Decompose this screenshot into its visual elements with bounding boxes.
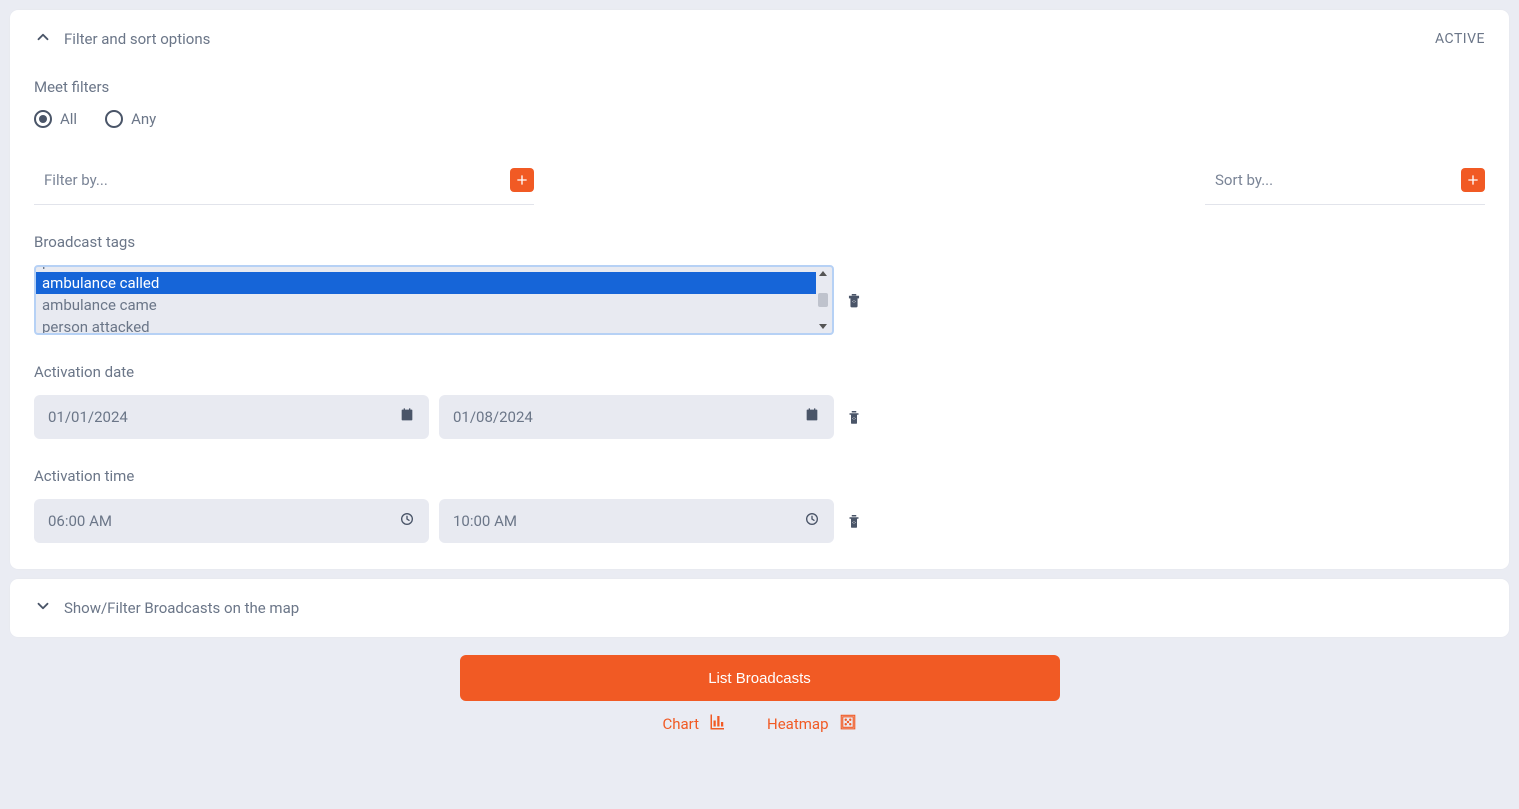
activation-date-from-value: 01/01/2024 (48, 408, 128, 426)
calendar-icon (399, 407, 415, 427)
radio-all[interactable]: All (34, 110, 77, 128)
activation-date-label: Activation date (34, 363, 1485, 381)
broadcast-tags-label: Broadcast tags (34, 233, 864, 251)
map-panel-header[interactable]: Show/Filter Broadcasts on the map (34, 597, 1485, 619)
activation-date-from[interactable]: 01/01/2024 (34, 395, 429, 439)
radio-all-label: All (60, 110, 77, 128)
chart-icon (709, 713, 727, 735)
add-sort-button[interactable] (1461, 168, 1485, 192)
status-badge: ACTIVE (1435, 31, 1485, 47)
activation-time-from[interactable]: 06:00 AM (34, 499, 429, 543)
map-panel-title: Show/Filter Broadcasts on the map (64, 599, 299, 617)
activation-date-to[interactable]: 01/08/2024 (439, 395, 834, 439)
broadcast-tags-section: Broadcast tags person unconscious ambula… (34, 233, 864, 335)
activation-time-to[interactable]: 10:00 AM (439, 499, 834, 543)
radio-any[interactable]: Any (105, 110, 156, 128)
clear-tags-button[interactable] (844, 289, 864, 311)
tags-scrollbar[interactable] (816, 269, 830, 331)
clear-time-button[interactable] (844, 510, 864, 532)
chart-link-label: Chart (662, 715, 699, 733)
list-broadcasts-button[interactable]: List Broadcasts (460, 655, 1060, 701)
filter-by-placeholder: Filter by... (44, 171, 108, 189)
tag-option[interactable]: person attacked (36, 316, 816, 335)
activation-time-from-value: 06:00 AM (48, 512, 112, 530)
chart-link[interactable]: Chart (662, 713, 727, 735)
heatmap-link[interactable]: Heatmap (767, 713, 856, 735)
meet-filters-label: Meet filters (34, 78, 1485, 96)
map-panel: Show/Filter Broadcasts on the map (10, 579, 1509, 637)
clock-icon (399, 511, 415, 531)
broadcast-tags-select[interactable]: person unconscious ambulance called ambu… (34, 265, 834, 335)
sort-by-placeholder: Sort by... (1215, 171, 1273, 189)
radio-any-label: Any (131, 110, 156, 128)
chevron-up-icon[interactable] (34, 28, 52, 50)
tag-option[interactable]: person unconscious (36, 265, 816, 272)
meet-filters-section: Meet filters All Any (34, 78, 1485, 128)
tag-option-selected[interactable]: ambulance called (36, 272, 816, 294)
tag-option[interactable]: ambulance came (36, 294, 816, 316)
activation-time-section: Activation time 06:00 AM 10:00 AM (34, 467, 1485, 543)
clock-icon (804, 511, 820, 531)
chevron-down-icon (34, 597, 52, 619)
activation-date-to-value: 01/08/2024 (453, 408, 533, 426)
sort-by-field[interactable]: Sort by... (1205, 162, 1485, 205)
add-filter-button[interactable] (510, 168, 534, 192)
heatmap-icon (839, 713, 857, 735)
filter-by-field[interactable]: Filter by... (34, 162, 534, 205)
panel-title: Filter and sort options (64, 30, 210, 48)
filter-panel: Filter and sort options ACTIVE Meet filt… (10, 10, 1509, 569)
activation-time-to-value: 10:00 AM (453, 512, 517, 530)
calendar-icon (804, 407, 820, 427)
activation-date-section: Activation date 01/01/2024 01/08/2024 (34, 363, 1485, 439)
heatmap-link-label: Heatmap (767, 715, 828, 733)
clear-date-button[interactable] (844, 406, 864, 428)
activation-time-label: Activation time (34, 467, 1485, 485)
footer: List Broadcasts Chart Heatmap (10, 655, 1509, 745)
filter-panel-header: Filter and sort options ACTIVE (34, 28, 1485, 50)
